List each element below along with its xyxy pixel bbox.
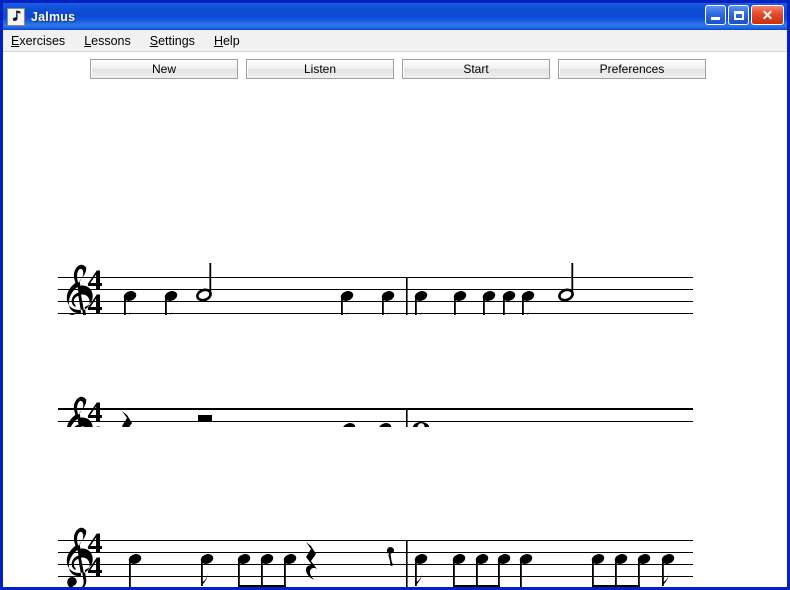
preferences-button[interactable]: Preferences <box>558 58 706 79</box>
menu-item-exercises[interactable]: Exercises <box>9 32 74 50</box>
close-icon: ✕ <box>761 7 774 23</box>
maximize-icon <box>733 10 744 20</box>
time-signature: 4 4 <box>88 396 103 427</box>
note-half[interactable] <box>558 263 574 302</box>
menu-label: ettings <box>158 33 195 48</box>
note-half[interactable] <box>196 263 212 302</box>
menu-item-lessons[interactable]: Lessons <box>82 32 140 50</box>
half-rest[interactable] <box>198 415 212 421</box>
staff-system-1[interactable]: 4 4 <box>3 185 787 315</box>
menu-mnemonic: S <box>149 33 159 48</box>
listen-button[interactable]: Listen <box>246 58 394 79</box>
quarter-rest[interactable] <box>122 411 133 427</box>
note-whole[interactable] <box>413 422 429 427</box>
menu-label: xercises <box>19 33 66 48</box>
score-canvas[interactable]: 4 4 4 4 4 <box>3 85 787 587</box>
jalmus-main-window: Jalmus ✕ Exercises Lessons Settings Help… <box>0 0 790 590</box>
status-area <box>3 563 787 587</box>
staff-system-2[interactable]: 4 4 <box>3 317 787 427</box>
close-button[interactable]: ✕ <box>751 5 784 25</box>
time-signature: 4 4 <box>88 264 103 315</box>
note-eighth[interactable] <box>341 421 356 427</box>
minimize-button[interactable] <box>705 5 726 25</box>
music-note-icon <box>7 7 25 26</box>
minimize-icon <box>711 17 720 20</box>
menu-item-settings[interactable]: Settings <box>148 32 204 50</box>
menu-label: essons <box>91 33 131 48</box>
note-eighth[interactable] <box>377 421 392 427</box>
menu-label: elp <box>222 33 240 48</box>
title-bar: Jalmus ✕ <box>3 3 787 30</box>
toolbar: New Listen Start Preferences <box>3 52 787 85</box>
start-button[interactable]: Start <box>402 58 550 79</box>
menu-mnemonic: H <box>213 33 223 48</box>
window-controls: ✕ <box>705 5 784 25</box>
menu-item-help[interactable]: Help <box>212 32 249 50</box>
menu-bar: Exercises Lessons Settings Help <box>3 30 787 52</box>
window-title: Jalmus <box>31 9 76 24</box>
new-button[interactable]: New <box>90 58 238 79</box>
time-sig-unit: 4 <box>88 288 103 315</box>
barline <box>406 277 408 315</box>
maximize-button[interactable] <box>728 5 749 25</box>
time-sig-unit: 4 <box>88 420 103 427</box>
barline <box>406 409 408 427</box>
